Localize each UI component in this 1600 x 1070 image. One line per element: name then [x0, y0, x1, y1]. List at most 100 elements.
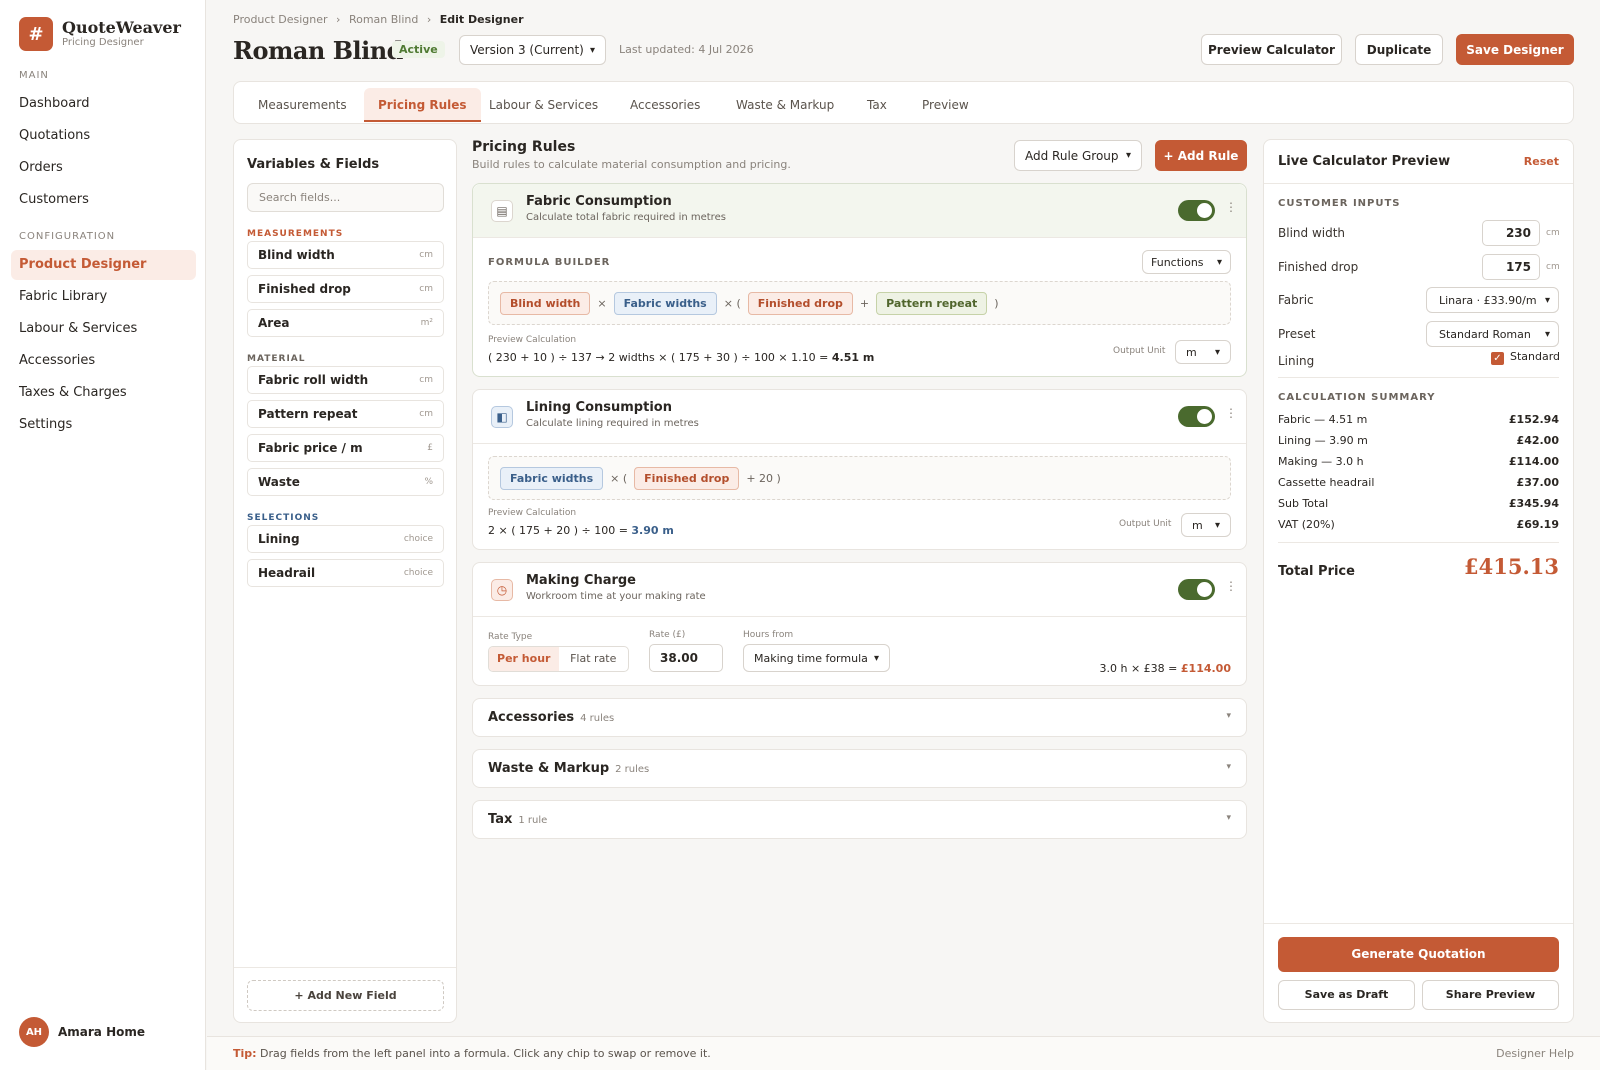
lining-label: Lining [1278, 354, 1315, 368]
user-profile[interactable]: AH Amara Home [19, 1017, 145, 1047]
more-options-icon[interactable]: ⋮ [1225, 406, 1237, 420]
field-pattern-repeat[interactable]: Pattern repeat cm [247, 400, 444, 428]
field-name: Lining [258, 532, 300, 546]
tab-waste-markup[interactable]: Waste & Markup [722, 88, 848, 122]
functions-label: Functions [1151, 255, 1204, 269]
duplicate-button[interactable]: Duplicate [1355, 34, 1443, 65]
field-fabric-price[interactable]: Fabric price / m £ [247, 434, 444, 462]
summary-row: Fabric — 4.51 m £152.94 [1278, 413, 1559, 426]
field-unit: cm [419, 284, 433, 294]
divider [234, 967, 456, 968]
rule-group-tax[interactable]: Tax 1 rule ▾ [472, 800, 1247, 839]
output-unit-select[interactable]: m ▾ [1175, 340, 1231, 364]
nav-item-taxes-charges[interactable]: Taxes & Charges [11, 378, 196, 408]
nav-item-orders[interactable]: Orders [11, 153, 196, 183]
breadcrumb-separator: › [336, 13, 341, 26]
field-name: Fabric roll width [258, 373, 369, 387]
rule-card-making-charge: ◷ Making Charge Workroom time at your ma… [472, 562, 1247, 686]
making-charge-total: 3.0 h × £38 = £114.00 [1100, 662, 1232, 675]
formula-chip-fabric-widths[interactable]: Fabric widths [613, 291, 717, 315]
formula-chip-finished-drop[interactable]: Finished drop [747, 291, 853, 315]
breadcrumb-roman-blind[interactable]: Roman Blind [349, 13, 418, 26]
reset-button[interactable]: Reset [1524, 155, 1559, 168]
rule-header[interactable]: ◷ Making Charge Workroom time at your ma… [473, 563, 1246, 617]
add-rule-group-select[interactable]: Add Rule Group ▾ [1014, 140, 1142, 171]
tab-labour-services[interactable]: Labour & Services [475, 88, 612, 122]
formula-operator: + [859, 296, 870, 310]
save-designer-button[interactable]: Save Designer [1456, 34, 1574, 65]
rate-type-flat-rate[interactable]: Flat rate [559, 647, 629, 671]
field-name: Finished drop [258, 282, 351, 296]
nav-item-customers[interactable]: Customers [11, 185, 196, 215]
preset-select[interactable]: Standard Roman ▾ [1426, 321, 1559, 347]
fabric-label: Fabric [1278, 293, 1314, 307]
blind-width-input[interactable]: 230 [1482, 220, 1540, 246]
formula-area[interactable]: Blind width × Fabric widths × ( Finished… [488, 281, 1231, 325]
search-fields-input[interactable]: Search fields... [247, 183, 444, 212]
formula-chip-finished-drop[interactable]: Finished drop [634, 466, 740, 490]
field-area[interactable]: Area m² [247, 309, 444, 337]
field-headrail[interactable]: Headrail choice [247, 559, 444, 587]
finished-drop-input[interactable]: 175 [1482, 254, 1540, 280]
rule-description: Calculate lining required in metres [526, 418, 699, 429]
formula-area[interactable]: Fabric widths × ( Finished drop + 20 ) [488, 456, 1231, 500]
output-unit-select[interactable]: m ▾ [1181, 513, 1231, 537]
breadcrumb: Product Designer › Roman Blind › Edit De… [233, 13, 524, 26]
field-blind-width[interactable]: Blind width cm [247, 241, 444, 269]
nav-item-settings[interactable]: Settings [11, 410, 196, 440]
field-name: Waste [258, 475, 300, 489]
nav-item-labour-services[interactable]: Labour & Services [11, 314, 196, 344]
rule-group-waste-markup[interactable]: Waste & Markup 2 rules ▾ [472, 749, 1247, 788]
generate-quotation-button[interactable]: Generate Quotation [1278, 937, 1559, 972]
rule-enabled-toggle[interactable] [1178, 579, 1215, 600]
add-rule-button[interactable]: + Add Rule [1155, 140, 1247, 171]
rule-enabled-toggle[interactable] [1178, 200, 1215, 221]
tab-pricing-rules[interactable]: Pricing Rules [364, 88, 481, 122]
rule-enabled-toggle[interactable] [1178, 406, 1215, 427]
chevron-down-icon: ▾ [1125, 150, 1131, 161]
field-fabric-roll-width[interactable]: Fabric roll width cm [247, 366, 444, 394]
tab-measurements[interactable]: Measurements [244, 88, 361, 122]
save-as-draft-button[interactable]: Save as Draft [1278, 980, 1415, 1010]
field-unit: cm [419, 409, 433, 419]
field-unit: m² [420, 318, 433, 328]
nav-item-quotations[interactable]: Quotations [11, 121, 196, 151]
brand[interactable]: # QuoteWeaver Pricing Designer [19, 17, 181, 51]
rate-type-per-hour[interactable]: Per hour [489, 647, 559, 671]
formula-chip-blind-width[interactable]: Blind width [500, 291, 591, 315]
field-waste[interactable]: Waste% [247, 468, 444, 496]
nav-item-product-designer[interactable]: Product Designer [11, 250, 196, 280]
tab-preview[interactable]: Preview [908, 88, 983, 122]
lining-checkbox[interactable]: ✓ [1491, 352, 1504, 365]
group-label-measurements: MEASUREMENTS [247, 229, 344, 239]
output-unit-label: Output Unit [1119, 519, 1172, 529]
rule-group-accessories[interactable]: Accessories 4 rules ▾ [472, 698, 1247, 737]
preview-calculator-button[interactable]: Preview Calculator [1201, 34, 1342, 65]
more-options-icon[interactable]: ⋮ [1225, 200, 1237, 214]
version-select[interactable]: Version 3 (Current) ▾ [459, 35, 606, 65]
rule-card-lining-consumption: ◧ Lining Consumption Calculate lining re… [472, 389, 1247, 550]
add-new-field-button[interactable]: + Add New Field [247, 980, 444, 1011]
hours-from-select[interactable]: Making time formula ▾ [743, 644, 890, 672]
nav-item-fabric-library[interactable]: Fabric Library [11, 282, 196, 312]
rate-input[interactable]: 38.00 [649, 644, 723, 672]
preview-formula: ( 230 + 10 ) ÷ 137 → 2 widths × ( 175 + … [488, 351, 829, 364]
tab-accessories[interactable]: Accessories [616, 88, 714, 122]
more-options-icon[interactable]: ⋮ [1225, 579, 1237, 593]
designer-help-link[interactable]: Designer Help [1496, 1047, 1574, 1060]
fabric-select[interactable]: Linara · £33.90/m ▾ [1426, 287, 1559, 313]
formula-chip-fabric-widths[interactable]: Fabric widths [500, 466, 604, 490]
breadcrumb-product-designer[interactable]: Product Designer [233, 13, 328, 26]
tab-tax[interactable]: Tax [853, 88, 901, 122]
tip-label: Tip: [233, 1047, 257, 1060]
rule-header[interactable]: ▤ Fabric Consumption Calculate total fab… [473, 184, 1246, 238]
formula-chip-pattern-repeat[interactable]: Pattern repeat [876, 291, 988, 315]
field-finished-drop[interactable]: Finished drop cm [247, 275, 444, 303]
functions-select[interactable]: Functions ▾ [1142, 250, 1231, 274]
field-lining[interactable]: Lining choice [247, 525, 444, 553]
nav-item-dashboard[interactable]: Dashboard [11, 89, 196, 119]
share-preview-button[interactable]: Share Preview [1422, 980, 1559, 1010]
rule-header[interactable]: ◧ Lining Consumption Calculate lining re… [473, 390, 1246, 444]
nav-item-accessories[interactable]: Accessories [11, 346, 196, 376]
preview-calculation-label: Preview Calculation [488, 335, 577, 345]
